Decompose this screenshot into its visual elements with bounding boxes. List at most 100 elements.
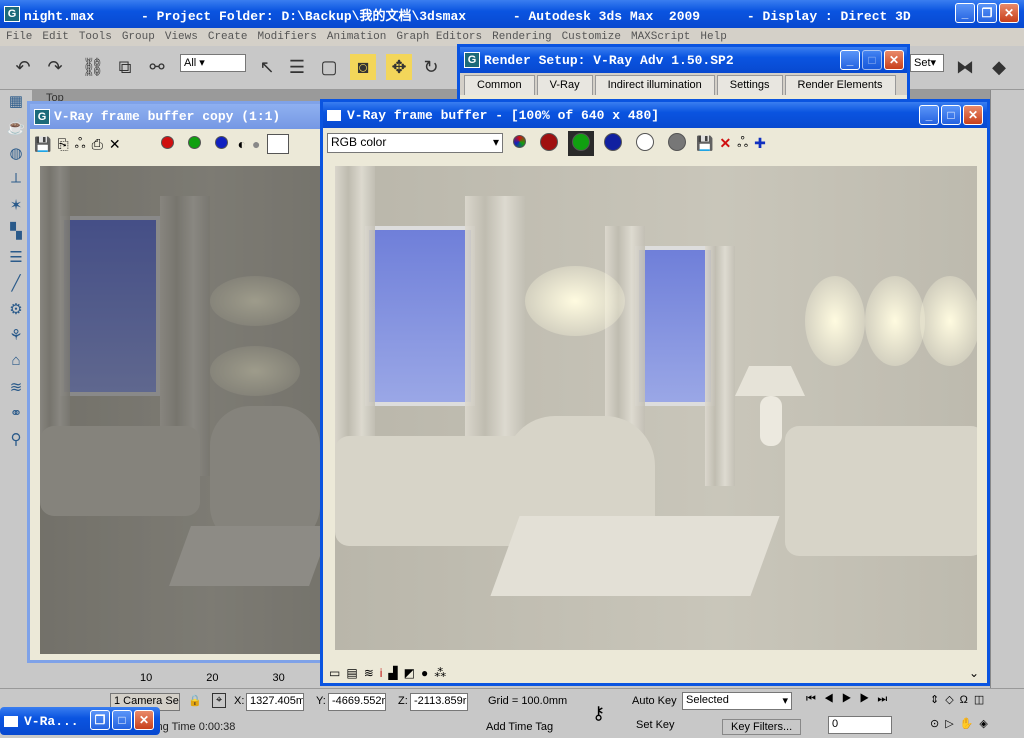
close-button[interactable]: ✕ (999, 3, 1019, 23)
set-key-button[interactable]: Set Key (636, 719, 675, 731)
menu-item-help[interactable]: Help (700, 31, 726, 43)
x-coord-field[interactable]: 1327.405m (246, 693, 304, 711)
window-icon[interactable]: ▭ (329, 666, 340, 680)
red-channel-button[interactable] (536, 132, 562, 154)
color-correction-icon[interactable]: ≋ (364, 666, 374, 680)
minimize-button[interactable]: _ (840, 50, 860, 70)
add-time-tag-button[interactable]: Add Time Tag (486, 721, 553, 733)
tab-settings[interactable]: Settings (716, 75, 783, 95)
viewport-nav-icons[interactable]: ⊙▷✋◈ (930, 717, 994, 730)
key-mode-dropdown[interactable]: Selected ▾ (682, 692, 792, 710)
menu-item-tools[interactable]: Tools (79, 31, 112, 43)
clear-icon[interactable]: ✕ (109, 136, 121, 153)
3dsmax-icon: G (4, 6, 20, 22)
alpha-channel-button[interactable] (632, 132, 658, 154)
tab-common[interactable]: Common (464, 75, 535, 95)
vfb-title: V-Ray frame buffer - [100% of 640 x 480] (347, 107, 660, 123)
clear-icon[interactable]: ✕ (719, 135, 731, 152)
rotate-icon[interactable]: ↻ (418, 54, 444, 80)
menu-item-maxscript[interactable]: MAXScript (631, 31, 690, 43)
menu-item-create[interactable]: Create (208, 31, 248, 43)
named-selection-dropdown[interactable]: Set▾ (910, 54, 944, 72)
lock-icon[interactable]: 🔒 (188, 694, 202, 707)
z-coord-field[interactable]: -2113.859r (410, 693, 468, 711)
alpha-channel-button[interactable]: ◐ (238, 136, 246, 152)
print-icon[interactable]: ⎙ (92, 136, 103, 153)
link-icon[interactable]: ⛓ (80, 54, 106, 80)
close-button[interactable]: ✕ (884, 50, 904, 70)
absolute-mode-icon[interactable]: ⌖ (212, 693, 227, 708)
track-mouse-icon[interactable]: ✚ (754, 135, 766, 152)
tab-render-elements[interactable]: Render Elements (784, 75, 896, 95)
maximize-button[interactable]: □ (862, 50, 882, 70)
rect-region-icon[interactable]: ▢ (316, 54, 342, 80)
close-button[interactable]: ✕ (963, 105, 983, 125)
minimize-button[interactable]: _ (919, 105, 939, 125)
playback-controls[interactable]: ⏮◀▶▶⏭ (806, 693, 895, 706)
bind-spacewarp-icon[interactable]: ⚯ (144, 54, 170, 80)
curve-icon[interactable]: ◩ (404, 666, 415, 680)
undo-icon[interactable]: ↶ (10, 54, 36, 80)
key-filters-button[interactable]: Key Filters... (722, 719, 802, 735)
tab-indirect-illumination[interactable]: Indirect illumination (594, 75, 715, 95)
history-icon[interactable]: ▤ (346, 666, 357, 680)
y-coord-field[interactable]: -4669.552r (328, 693, 386, 711)
channel-dropdown[interactable]: RGB color ▾ (327, 133, 503, 153)
color-swatch[interactable] (266, 134, 289, 154)
mono-channel-button[interactable] (664, 132, 690, 154)
mono-channel-button[interactable]: ● (252, 136, 260, 152)
lut-icon[interactable]: ⁂ (434, 666, 446, 680)
menu-item-graph-editors[interactable]: Graph Editors (396, 31, 482, 43)
select-by-name-icon[interactable]: ☰ (284, 54, 310, 80)
ruler-tick: 10 (140, 672, 153, 684)
mirror-icon[interactable]: ⧓ (952, 54, 978, 80)
blue-channel-button[interactable] (211, 136, 232, 152)
green-channel-button[interactable] (184, 136, 205, 152)
time-ruler[interactable]: 10 20 30 (90, 660, 330, 688)
window-crossing-icon[interactable]: ◙ (350, 54, 376, 80)
expand-icon[interactable]: ⌄ (969, 666, 979, 680)
exposure-icon[interactable]: ● (421, 666, 428, 680)
ruler-tick: 30 (272, 672, 285, 684)
vfb-window: V-Ray frame buffer - [100% of 640 x 480]… (320, 99, 990, 686)
command-panel[interactable] (990, 90, 1024, 688)
levels-icon[interactable]: ▟ (388, 666, 397, 680)
maximize-button[interactable]: □ (112, 710, 132, 730)
taskbar-vfb-item[interactable]: V-Ra... ❐ □ ✕ (0, 707, 160, 735)
duplicate-icon[interactable]: ஃ (737, 134, 748, 153)
key-icon[interactable]: ⚷ (592, 703, 605, 724)
blue-channel-button[interactable] (600, 132, 626, 154)
menu-item-customize[interactable]: Customize (562, 31, 621, 43)
redo-icon[interactable]: ↷ (42, 54, 68, 80)
menu-item-rendering[interactable]: Rendering (492, 31, 551, 43)
unlink-icon[interactable]: ⧉ (112, 54, 138, 80)
restore-button[interactable]: ❐ (977, 3, 997, 23)
selection-filter-dropdown[interactable]: All ▾ (180, 54, 246, 72)
align-icon[interactable]: ◆ (986, 54, 1012, 80)
menu-item-modifiers[interactable]: Modifiers (257, 31, 316, 43)
menu-item-edit[interactable]: Edit (42, 31, 68, 43)
select-icon[interactable]: ↖ (254, 54, 280, 80)
save-icon[interactable]: 💾 (34, 136, 51, 153)
restore-button[interactable]: ❐ (90, 710, 110, 730)
menu-item-file[interactable]: File (6, 31, 32, 43)
current-frame-field[interactable]: 0 (828, 716, 892, 734)
minimize-button[interactable]: _ (955, 3, 975, 23)
menu-item-group[interactable]: Group (122, 31, 155, 43)
move-icon[interactable]: ✥ (386, 54, 412, 80)
viewport-nav-icons[interactable]: ⇕◇Ω◫ (930, 693, 990, 706)
channels-icon[interactable]: ஃ (75, 135, 86, 154)
info-icon[interactable]: i (380, 666, 383, 680)
maximize-button[interactable]: □ (941, 105, 961, 125)
save-icon[interactable]: 💾 (696, 135, 713, 152)
close-button[interactable]: ✕ (134, 710, 154, 730)
grid-readout: Grid = 100.0mm (488, 695, 568, 707)
menu-item-views[interactable]: Views (165, 31, 198, 43)
copy-icon[interactable]: ⎘ (57, 136, 68, 153)
menu-item-animation[interactable]: Animation (327, 31, 386, 43)
red-channel-button[interactable] (157, 136, 178, 152)
auto-key-button[interactable]: Auto Key (632, 695, 677, 707)
green-channel-button[interactable] (568, 130, 594, 156)
tab-v-ray[interactable]: V-Ray (536, 75, 593, 95)
rgb-channels-button[interactable] (509, 135, 530, 151)
